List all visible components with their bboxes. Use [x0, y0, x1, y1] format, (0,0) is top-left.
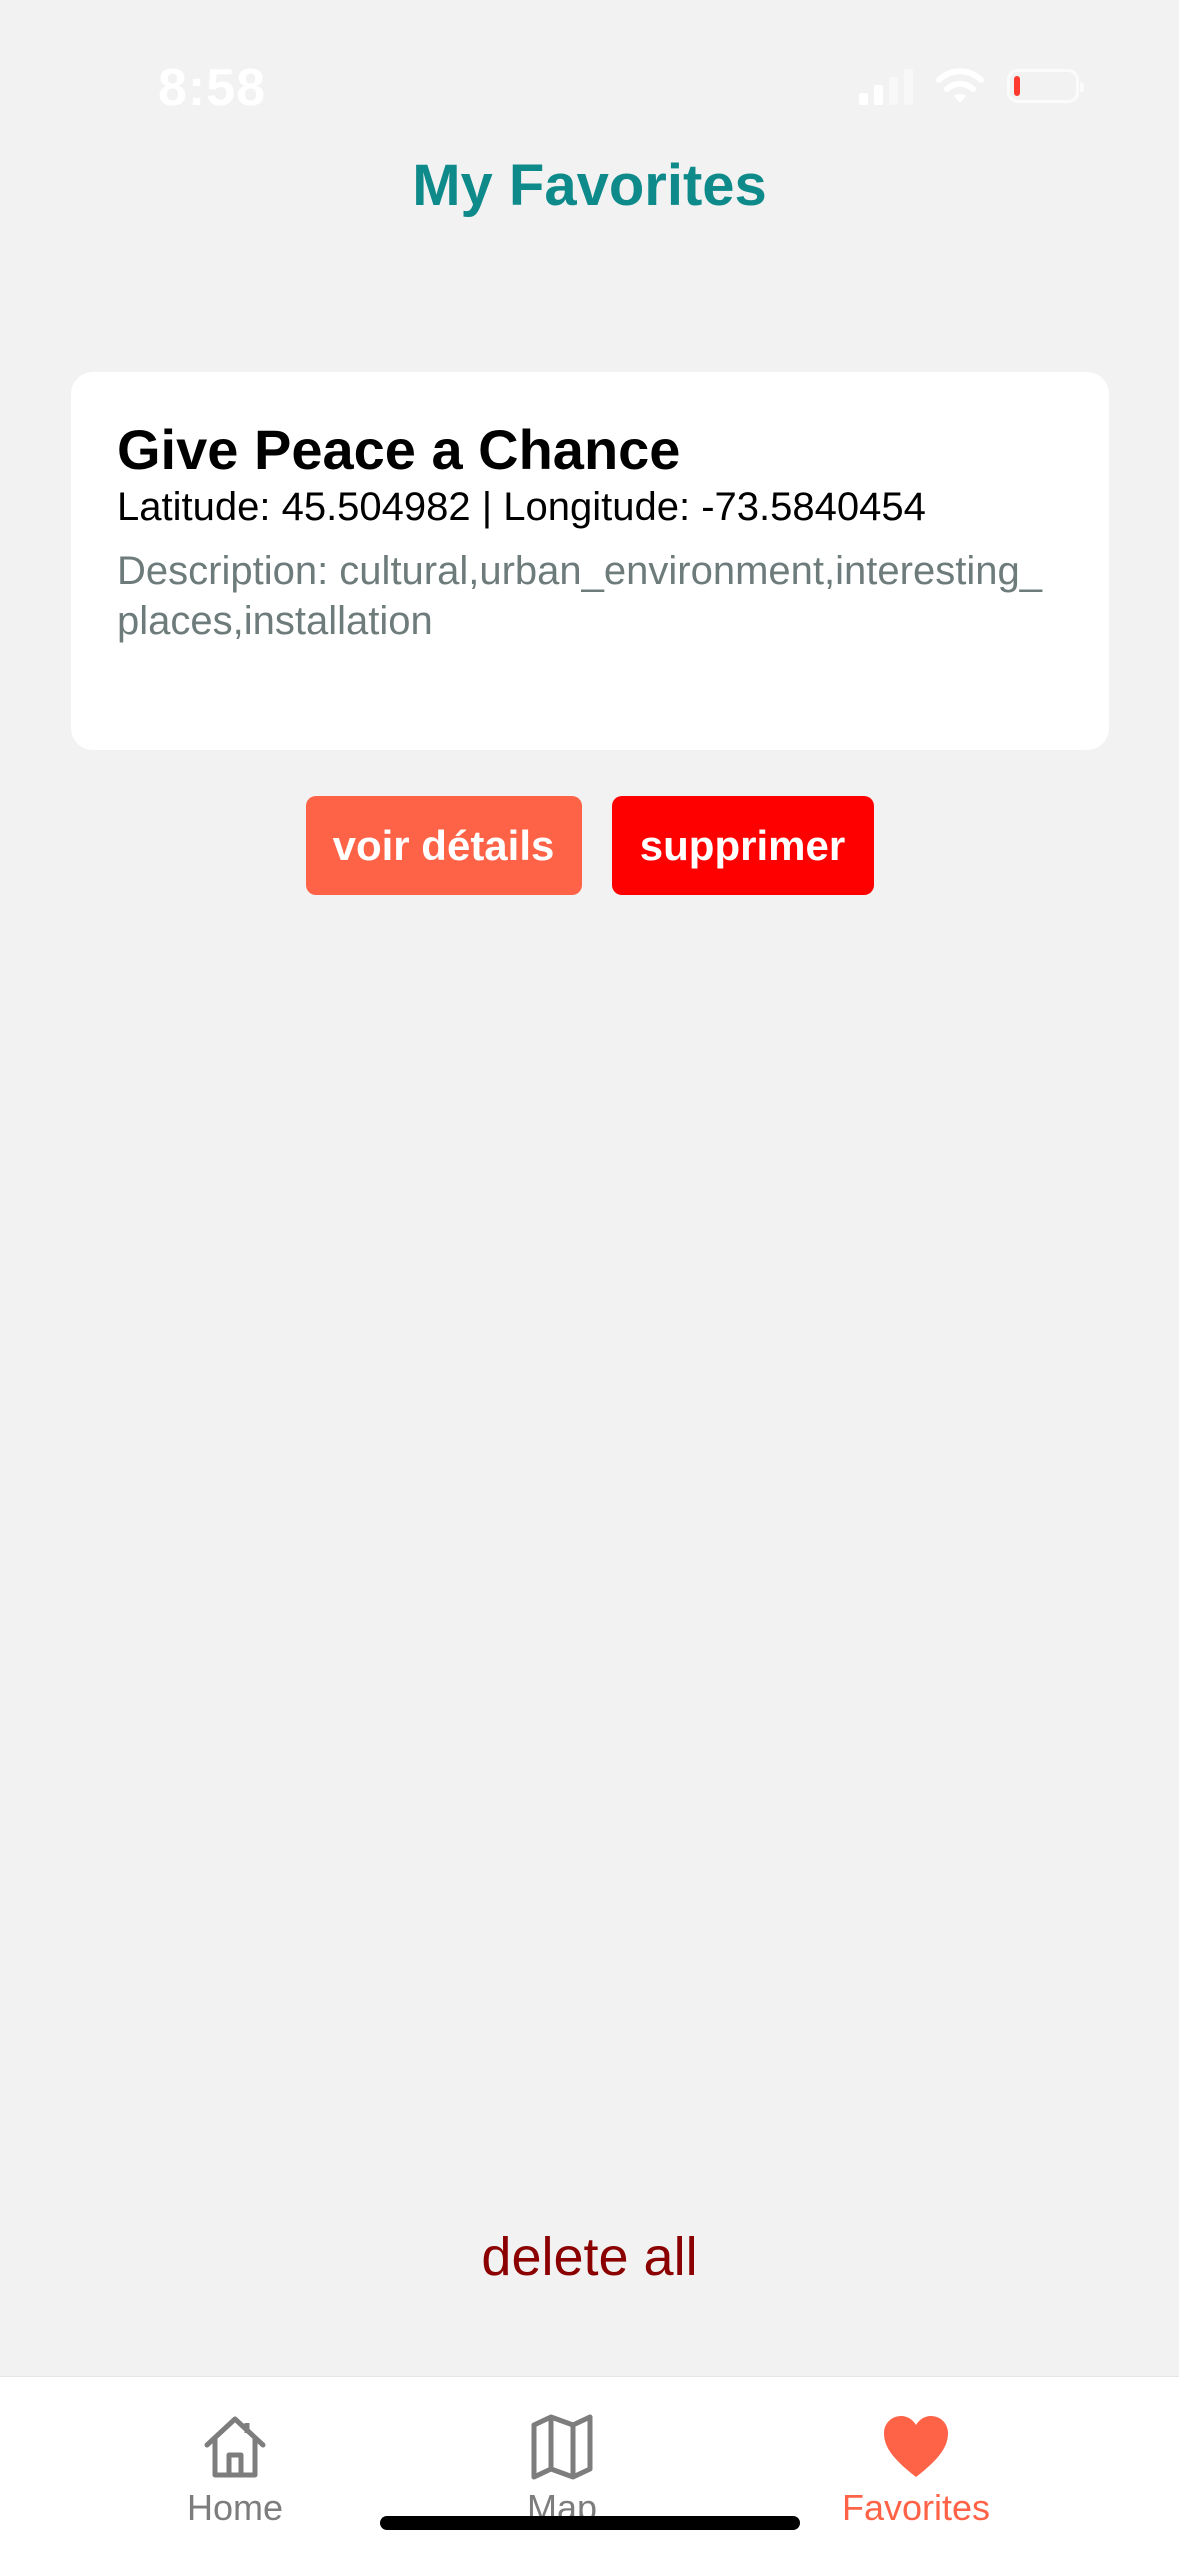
battery-icon [1007, 69, 1084, 103]
favorite-description: Description: cultural,urban_environment,… [117, 549, 1042, 643]
cellular-signal-icon [859, 67, 913, 105]
tab-home[interactable]: Home [115, 2413, 355, 2529]
wifi-icon [936, 68, 984, 103]
page-title: My Favorites [412, 153, 767, 218]
home-indicator[interactable] [380, 2516, 800, 2530]
status-time: 8:58 [158, 59, 267, 117]
home-icon [204, 2416, 266, 2478]
view-details-button[interactable]: voir détails [305, 796, 582, 895]
favorite-coordinates: Latitude: 45.504982 | Longitude: -73.584… [117, 485, 926, 529]
battery-level [1014, 76, 1020, 96]
favorite-name: Give Peace a Chance [117, 418, 681, 481]
tab-home-label: Home [186, 2487, 284, 2528]
favorite-actions: voir détails supprimer [0, 796, 1179, 895]
favorite-card: Give Peace a Chance Latitude: 45.504982 … [71, 372, 1109, 750]
heart-icon [884, 2416, 948, 2477]
tab-favorites-label: Favorites [841, 2487, 991, 2528]
delete-button[interactable]: supprimer [611, 796, 874, 895]
status-indicators [859, 64, 1084, 108]
delete-all-button[interactable]: delete all [0, 2226, 1179, 2288]
tab-map[interactable]: Map [442, 2413, 682, 2529]
map-icon [531, 2414, 593, 2480]
tab-favorites[interactable]: Favorites [796, 2413, 1036, 2529]
